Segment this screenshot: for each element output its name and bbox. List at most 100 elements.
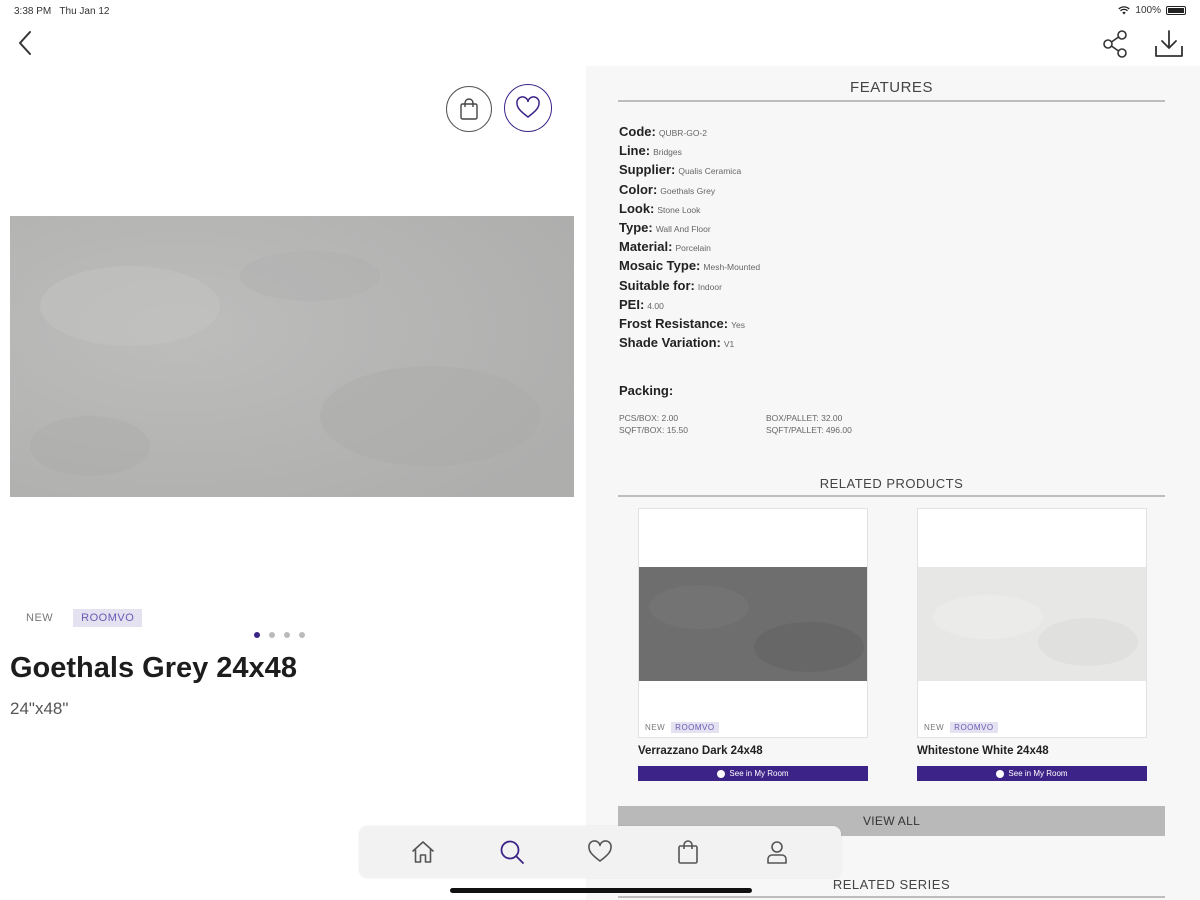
feature-value: 4.00 <box>647 300 664 311</box>
status-indicators: 100% <box>1118 5 1186 16</box>
user-icon <box>766 841 787 864</box>
feature-row: Suitable for: Indoor <box>619 276 1159 295</box>
tag-roomvo: ROOMVO <box>671 722 719 733</box>
feature-value: Qualis Ceramica <box>678 166 742 177</box>
related-product-frame[interactable]: NEW ROOMVO <box>917 508 1147 738</box>
heart-icon <box>516 96 540 118</box>
feature-row: Line: Bridges <box>619 141 1159 160</box>
carousel-dot[interactable] <box>299 632 305 638</box>
chevron-left-icon <box>19 31 31 55</box>
feature-row: Frost Resistance: Yes <box>619 314 1159 333</box>
feature-label: Line: <box>619 143 651 159</box>
feature-value: Stone Look <box>657 204 701 215</box>
tab-search[interactable] <box>492 832 532 872</box>
feature-label: Frost Resistance: <box>619 315 729 331</box>
features-heading: FEATURES <box>618 79 1165 102</box>
favorite-button[interactable] <box>504 84 552 132</box>
tab-favorites[interactable] <box>580 832 620 872</box>
feature-value: Yes <box>731 319 745 330</box>
related-product-card[interactable]: NEW ROOMVO Verrazzano Dark 24x48 See in … <box>638 508 868 781</box>
feature-row: PEI: 4.00 <box>619 295 1159 314</box>
feature-label: Suitable for: <box>619 277 695 293</box>
feature-value: Indoor <box>697 281 722 292</box>
feature-row: Mosaic Type: Mesh-Mounted <box>619 256 1159 275</box>
related-product-image <box>639 567 867 681</box>
see-in-my-room-button[interactable]: See in My Room <box>638 766 868 781</box>
heart-icon <box>588 840 612 862</box>
feature-row: Look: Stone Look <box>619 199 1159 218</box>
related-product-name[interactable]: Whitestone White 24x48 <box>917 745 1147 757</box>
feature-row: Material: Porcelain <box>619 237 1159 256</box>
feature-label: Look: <box>619 200 655 216</box>
tag-new: NEW <box>645 723 666 732</box>
tab-cart[interactable] <box>668 832 708 872</box>
feature-row: Code: QUBR-GO-2 <box>619 122 1159 141</box>
see-in-my-room-button[interactable]: See in My Room <box>917 766 1147 781</box>
download-button[interactable] <box>1152 28 1186 60</box>
battery-percent: 100% <box>1135 5 1161 16</box>
product-size: 24"x48" <box>10 699 69 718</box>
feature-row: Shade Variation: V1 <box>619 333 1159 352</box>
feature-value: Wall And Floor <box>655 223 711 234</box>
feature-row: Type: Wall And Floor <box>619 218 1159 237</box>
packing-item: SQFT/BOX: 15.50 <box>619 425 688 435</box>
packing-info: PCS/BOX: 2.00 BOX/PALLET: 32.00 SQFT/BOX… <box>619 413 926 435</box>
feature-value: Bridges <box>653 147 682 158</box>
feature-value: Porcelain <box>675 243 711 254</box>
related-product-card[interactable]: NEW ROOMVO Whitestone White 24x48 See in… <box>917 508 1147 781</box>
tag-roomvo[interactable]: ROOMVO <box>73 609 143 627</box>
tab-bar <box>359 826 841 878</box>
related-products-heading: RELATED PRODUCTS <box>618 476 1165 497</box>
status-bar: 3:38 PM Thu Jan 12 100% <box>0 0 1200 22</box>
tab-home[interactable] <box>403 832 443 872</box>
related-product-image <box>918 567 1146 681</box>
card-tags: NEW ROOMVO <box>645 722 719 733</box>
feature-label: Material: <box>619 239 673 255</box>
features-list: Code: QUBR-GO-2 Line: Bridges Supplier: Qua… <box>619 122 1159 352</box>
tile-texture <box>639 567 867 681</box>
wifi-icon <box>1118 6 1131 15</box>
feature-row: Supplier: Qualis Ceramica <box>619 160 1159 179</box>
info-icon <box>996 769 1005 778</box>
related-product-size <box>638 758 868 766</box>
feature-label: Color: <box>619 181 658 197</box>
product-tags: NEW ROOMVO <box>20 609 143 627</box>
product-image[interactable] <box>10 216 574 497</box>
tile-texture <box>918 567 1146 681</box>
share-button[interactable] <box>1100 28 1132 60</box>
tile-texture <box>10 216 574 497</box>
add-to-cart-button[interactable] <box>446 86 492 132</box>
packing-item: SQFT/PALLET: 496.00 <box>766 425 852 435</box>
shopping-bag-icon <box>678 840 699 864</box>
tag-roomvo: ROOMVO <box>950 722 998 733</box>
carousel-dot[interactable] <box>284 632 290 638</box>
card-tags: NEW ROOMVO <box>924 722 998 733</box>
packing-item: BOX/PALLET: 32.00 <box>766 413 843 423</box>
feature-label: Code: <box>619 124 656 139</box>
carousel-dot[interactable] <box>254 632 260 638</box>
share-icon <box>1103 30 1127 58</box>
feature-label: PEI: <box>619 296 645 312</box>
home-indicator <box>450 888 752 893</box>
back-button[interactable] <box>10 28 40 58</box>
feature-label: Supplier: <box>619 162 676 178</box>
feature-value: QUBR-GO-2 <box>658 128 708 138</box>
related-product-frame[interactable]: NEW ROOMVO <box>638 508 868 738</box>
related-product-size <box>917 758 1147 766</box>
tab-account[interactable] <box>757 832 797 872</box>
feature-label: Shade Variation: <box>619 335 721 351</box>
see-in-my-room-label: See in My Room <box>1008 769 1068 778</box>
home-icon <box>412 841 434 863</box>
related-product-name[interactable]: Verrazzano Dark 24x48 <box>638 745 868 757</box>
tag-new: NEW <box>26 612 54 624</box>
feature-label: Mosaic Type: <box>619 258 701 274</box>
packing-label: Packing: <box>619 383 674 398</box>
download-icon <box>1155 30 1183 57</box>
feature-value: V1 <box>723 339 735 350</box>
product-title: Goethals Grey 24x48 <box>10 652 297 684</box>
feature-value: Goethals Grey <box>660 185 716 196</box>
carousel-dot[interactable] <box>269 632 275 638</box>
packing-item: PCS/BOX: 2.00 <box>619 413 679 423</box>
shopping-bag-icon <box>460 98 478 120</box>
feature-value: Mesh-Mounted <box>703 262 761 273</box>
